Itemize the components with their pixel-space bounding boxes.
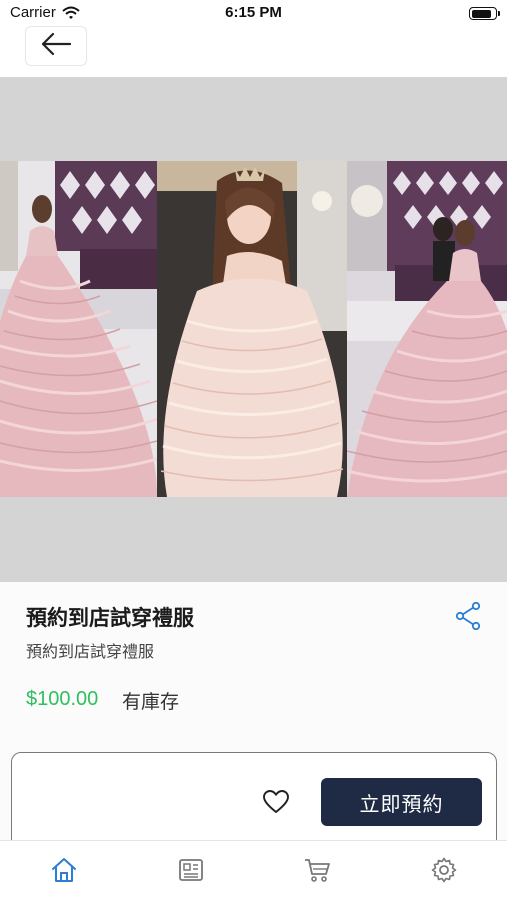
product-info: 預約到店試穿禮服 預約到店試穿禮服 $100.00 有庫存 立即預約 [0, 582, 507, 852]
tab-settings[interactable] [429, 857, 459, 887]
battery-level [471, 9, 492, 18]
tab-home[interactable] [49, 857, 79, 887]
product-image-gallery[interactable] [0, 77, 507, 582]
product-title: 預約到店試穿禮服 [26, 606, 194, 630]
tab-cart[interactable] [302, 857, 332, 887]
share-icon [455, 601, 481, 634]
favorite-button[interactable] [262, 789, 290, 819]
stock-status: 有庫存 [122, 691, 180, 713]
product-price: $100.00 [26, 688, 99, 710]
product-photo-side-view [347, 161, 507, 497]
tab-bar [0, 840, 507, 900]
action-card: 立即預約 [11, 752, 497, 852]
arrow-left-icon [39, 32, 73, 60]
heart-icon [262, 790, 290, 819]
product-photo-model-view [157, 161, 347, 497]
status-bar: Carrier 6:15 PM [0, 0, 507, 28]
clock: 6:15 PM [225, 4, 282, 21]
home-icon [50, 856, 78, 888]
book-now-button[interactable]: 立即預約 [321, 778, 482, 826]
cart-icon [303, 856, 331, 888]
back-button[interactable] [25, 26, 87, 66]
news-icon [177, 856, 205, 888]
share-button[interactable] [455, 601, 481, 634]
battery-icon [469, 7, 500, 20]
product-photo-back-view [0, 161, 157, 497]
product-subtitle: 預約到店試穿禮服 [26, 642, 155, 661]
gear-icon [430, 856, 458, 888]
tab-news[interactable] [176, 857, 206, 887]
